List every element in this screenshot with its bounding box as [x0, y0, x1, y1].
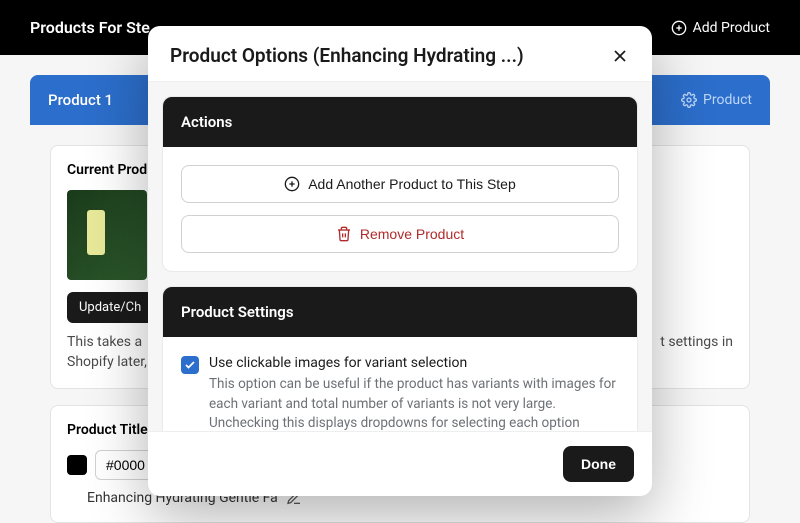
actions-panel: Actions Add Another Product to This Step…: [162, 96, 638, 272]
clickable-images-label: Use clickable images for variant selecti…: [209, 355, 619, 371]
actions-header: Actions: [163, 97, 637, 147]
settings-header: Product Settings: [163, 287, 637, 337]
settings-panel: Product Settings Use clickable images fo…: [162, 286, 638, 431]
clickable-images-checkbox[interactable]: [181, 356, 199, 374]
check-icon: [184, 359, 196, 371]
close-icon: [610, 46, 630, 66]
add-another-label: Add Another Product to This Step: [308, 176, 516, 192]
remove-product-button[interactable]: Remove Product: [181, 215, 619, 253]
product-options-modal: Product Options (Enhancing Hydrating ...…: [148, 26, 652, 496]
clickable-images-option: Use clickable images for variant selecti…: [181, 355, 619, 431]
done-button[interactable]: Done: [563, 446, 634, 482]
modal-overlay: Product Options (Enhancing Hydrating ...…: [0, 0, 800, 518]
trash-icon: [336, 226, 352, 242]
clickable-images-help: This option can be useful if the product…: [209, 375, 619, 431]
modal-footer: Done: [148, 431, 652, 496]
remove-product-label: Remove Product: [360, 226, 464, 242]
modal-title: Product Options (Enhancing Hydrating ...…: [170, 44, 524, 67]
close-button[interactable]: [610, 46, 630, 66]
plus-circle-icon: [284, 176, 300, 192]
modal-body[interactable]: Actions Add Another Product to This Step…: [148, 81, 652, 431]
modal-header: Product Options (Enhancing Hydrating ...…: [148, 26, 652, 81]
add-another-product-button[interactable]: Add Another Product to This Step: [181, 165, 619, 203]
